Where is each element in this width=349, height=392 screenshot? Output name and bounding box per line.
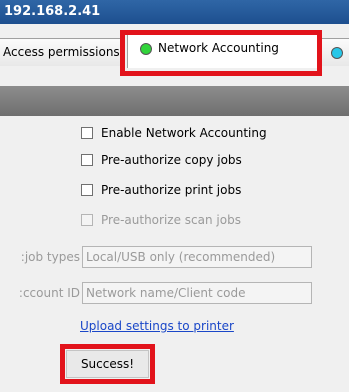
preauthorize-copy-checkbox[interactable]: Pre-authorize copy jobs xyxy=(81,151,242,169)
checkbox-box[interactable] xyxy=(81,154,93,166)
account-id-label: ccount ID: xyxy=(18,286,80,300)
checkbox-box[interactable] xyxy=(81,184,93,196)
job-types-field: Local/USB only (recommended) xyxy=(82,246,312,268)
checkbox-box[interactable] xyxy=(81,127,93,139)
checkbox-box xyxy=(81,214,93,226)
preauthorize-print-checkbox[interactable]: Pre-authorize print jobs xyxy=(81,181,241,199)
checkbox-label: Pre-authorize scan jobs xyxy=(101,213,241,227)
checkbox-label: Enable Network Accounting xyxy=(101,126,267,140)
checkbox-label: Pre-authorize copy jobs xyxy=(101,153,242,167)
window-title: 192.168.2.41 xyxy=(0,0,349,24)
preauthorize-scan-checkbox: Pre-authorize scan jobs xyxy=(81,211,241,229)
section-banner xyxy=(0,86,349,116)
account-id-field: Network name/Client code xyxy=(82,282,312,304)
enable-network-accounting-checkbox[interactable]: Enable Network Accounting xyxy=(81,124,267,142)
job-types-label: job types: xyxy=(20,250,80,264)
tab-highlight-box xyxy=(120,30,322,76)
success-highlight-box xyxy=(60,344,155,384)
tab-next[interactable] xyxy=(320,38,349,66)
status-dot-icon xyxy=(331,47,343,59)
tab-access-permissions[interactable]: Access permissions xyxy=(0,38,122,66)
upload-settings-link[interactable]: Upload settings to printer xyxy=(80,319,234,333)
checkbox-label: Pre-authorize print jobs xyxy=(101,183,242,197)
